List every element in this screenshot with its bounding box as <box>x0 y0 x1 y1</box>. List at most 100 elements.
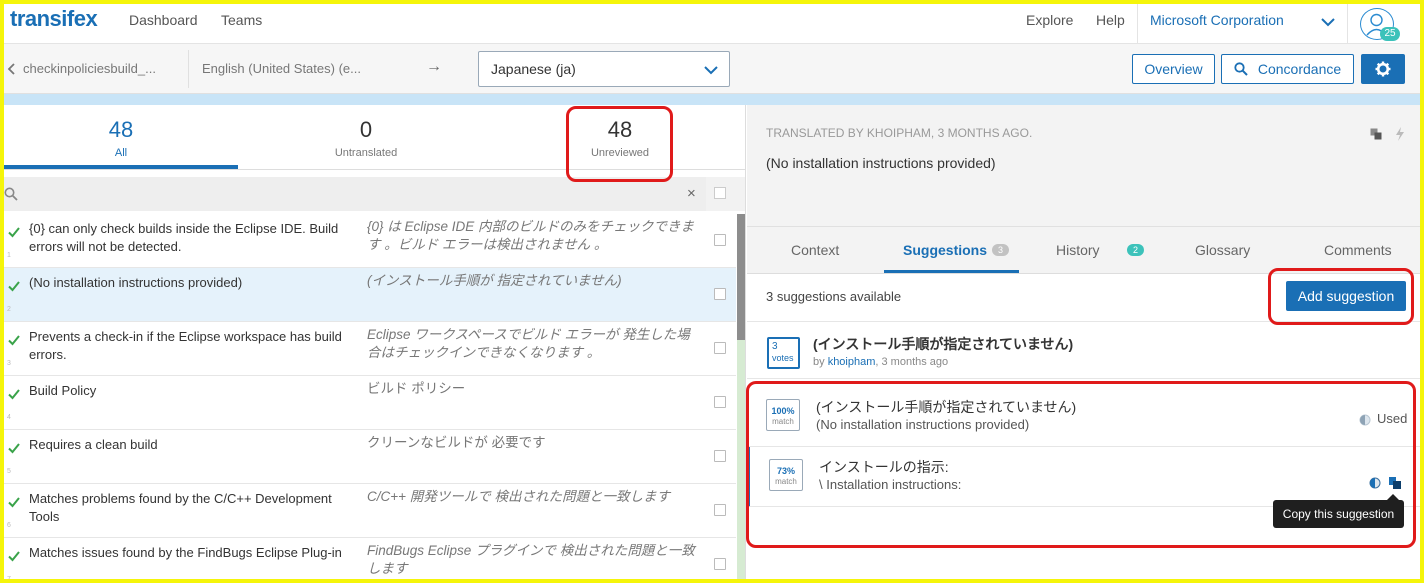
string-row[interactable]: 7 Matches issues found by the FindBugs E… <box>4 538 736 579</box>
suggestions-header: 3 suggestions available Add suggestion <box>747 274 1420 322</box>
translation-string: {0} は Eclipse IDE 内部のビルドのみをチェックできます 。ビルド… <box>367 219 695 252</box>
source-string: Prevents a check-in if the Eclipse works… <box>29 329 342 362</box>
translation-string: FindBugs Eclipse プラグインで 検出された問題と一致します <box>367 543 695 576</box>
tm-suggestion[interactable]: 100% match (インストール手順が指定されていません) (No inst… <box>747 387 1420 447</box>
row-checkbox[interactable] <box>714 396 726 408</box>
tm-source-text: \ Installation instructions: <box>819 477 962 492</box>
back-arrow-icon[interactable] <box>7 63 15 75</box>
match-label: match <box>772 417 794 426</box>
voted-suggestion[interactable]: 3 votes (インストール手順が指定されていません) by khoipham… <box>747 322 1420 379</box>
filter-untranslated[interactable]: 0 Untranslated <box>238 105 494 169</box>
check-icon <box>8 497 20 508</box>
string-row[interactable]: 1 {0} can only check builds inside the E… <box>4 214 736 268</box>
vote-count: 3 <box>772 341 778 352</box>
untranslated-label: Untranslated <box>334 147 398 159</box>
tm-suggestion-highlighted[interactable]: 73% match インストールの指示: \ Installation inst… <box>747 447 1420 507</box>
select-all-checkbox[interactable] <box>714 187 726 199</box>
check-icon <box>8 389 20 400</box>
string-row[interactable]: 4 Build Policy ビルド ポリシー <box>4 376 736 430</box>
filter-all[interactable]: 48 All <box>4 105 238 169</box>
row-index: 2 <box>7 306 11 313</box>
search-row: × <box>4 177 745 211</box>
nav-help[interactable]: Help <box>1096 12 1125 28</box>
project-breadcrumb[interactable]: checkinpoliciesbuild_... <box>23 61 156 76</box>
translation-text[interactable]: (No installation instructions provided) <box>766 155 996 171</box>
notification-badge[interactable]: 25 <box>1380 27 1400 41</box>
search-icon <box>4 187 18 201</box>
check-icon <box>8 227 20 238</box>
string-row[interactable]: 5 Requires a clean build クリーンなビルドが 必要です <box>4 430 736 484</box>
source-string: Requires a clean build <box>29 437 158 452</box>
string-rows: 1 {0} can only check builds inside the E… <box>4 214 736 579</box>
copy-suggestion-icon[interactable] <box>1388 476 1402 490</box>
copy-source-icon[interactable] <box>1370 128 1382 140</box>
nav-divider <box>1137 4 1138 44</box>
string-row[interactable]: 6 Matches problems found by the C/C++ De… <box>4 484 736 538</box>
info-strip <box>4 94 1420 105</box>
target-language-select[interactable]: Japanese (ja) <box>478 51 730 87</box>
vote-count-box[interactable]: 3 votes <box>767 337 800 369</box>
source-language: English (United States) (e... <box>202 61 361 76</box>
top-navigation: transifex Dashboard Teams Explore Help M… <box>4 4 1420 44</box>
overview-button[interactable]: Overview <box>1132 54 1215 84</box>
tab-suggestions[interactable]: Suggestions <box>903 242 987 258</box>
match-label: match <box>775 477 797 486</box>
translation-editor[interactable]: TRANSLATED BY KHOIPHAM, 3 MONTHS AGO. (N… <box>747 105 1420 227</box>
settings-button[interactable] <box>1361 54 1405 84</box>
translation-string: ビルド ポリシー <box>367 381 466 396</box>
add-suggestion-button[interactable]: Add suggestion <box>1286 281 1406 311</box>
tab-context[interactable]: Context <box>791 242 839 258</box>
active-tab-indicator <box>884 270 1019 273</box>
tab-history[interactable]: History <box>1056 242 1100 258</box>
transifex-logo[interactable]: transifex <box>10 6 98 32</box>
row-index: 6 <box>7 522 11 529</box>
row-checkbox[interactable] <box>714 342 726 354</box>
language-arrow-icon: → <box>426 58 442 75</box>
search-input[interactable]: × <box>4 177 706 211</box>
editor-panel: TRANSLATED BY KHOIPHAM, 3 MONTHS AGO. (N… <box>747 105 1420 579</box>
tm-target-text: (インストール手順が指定されていません) <box>816 399 1077 415</box>
lightning-icon[interactable] <box>1395 127 1405 141</box>
toolbar-divider <box>188 50 189 88</box>
row-index: 7 <box>7 576 11 579</box>
nav-teams[interactable]: Teams <box>221 12 262 28</box>
row-checkbox[interactable] <box>714 288 726 300</box>
row-checkbox[interactable] <box>714 450 726 462</box>
match-badge: 100% match <box>766 399 800 431</box>
half-circle-icon[interactable] <box>1369 477 1381 489</box>
translation-meta: TRANSLATED BY KHOIPHAM, 3 MONTHS AGO. <box>766 126 1033 140</box>
row-index: 3 <box>7 360 11 367</box>
suggestion-meta: by khoipham, 3 months ago <box>813 356 948 368</box>
source-string: Matches issues found by the FindBugs Ecl… <box>29 545 342 560</box>
used-label: Used <box>1377 411 1408 426</box>
nav-dashboard[interactable]: Dashboard <box>129 12 198 28</box>
match-badge: 73% match <box>769 459 803 491</box>
editor-toolbar: checkinpoliciesbuild_... English (United… <box>4 44 1420 94</box>
tab-glossary[interactable]: Glossary <box>1195 242 1250 258</box>
string-list-panel: 48 All 0 Untranslated 48 Unreviewed × 1 … <box>4 105 746 579</box>
row-checkbox[interactable] <box>714 504 726 516</box>
untranslated-count: 0 <box>359 117 373 142</box>
target-language-value: Japanese (ja) <box>491 61 576 77</box>
string-row[interactable]: 3 Prevents a check-in if the Eclipse wor… <box>4 322 736 376</box>
copy-suggestion-tooltip: Copy this suggestion <box>1273 500 1404 528</box>
all-label: All <box>114 147 128 159</box>
filter-unreviewed[interactable]: 48 Unreviewed <box>494 105 745 169</box>
string-row-selected[interactable]: 2 (No installation instructions provided… <box>4 268 736 322</box>
nav-explore[interactable]: Explore <box>1026 12 1073 28</box>
tab-comments[interactable]: Comments <box>1324 242 1392 258</box>
row-index: 1 <box>7 252 11 259</box>
row-checkbox[interactable] <box>714 234 726 246</box>
check-icon <box>8 443 20 454</box>
nav-divider <box>1347 4 1348 44</box>
organization-selector[interactable]: Microsoft Corporation <box>1150 12 1284 28</box>
by-label: by <box>813 356 825 368</box>
vote-label: votes <box>772 353 794 363</box>
suggestion-text: (インストール手順が指定されていません) <box>813 336 1074 352</box>
clear-search-icon[interactable]: × <box>687 185 696 202</box>
chevron-down-icon[interactable] <box>1320 14 1336 30</box>
scrollbar-thumb[interactable] <box>737 214 745 340</box>
concordance-button[interactable]: Concordance <box>1221 54 1354 84</box>
row-checkbox[interactable] <box>714 558 726 570</box>
suggestion-author-link[interactable]: khoipham <box>828 356 876 368</box>
